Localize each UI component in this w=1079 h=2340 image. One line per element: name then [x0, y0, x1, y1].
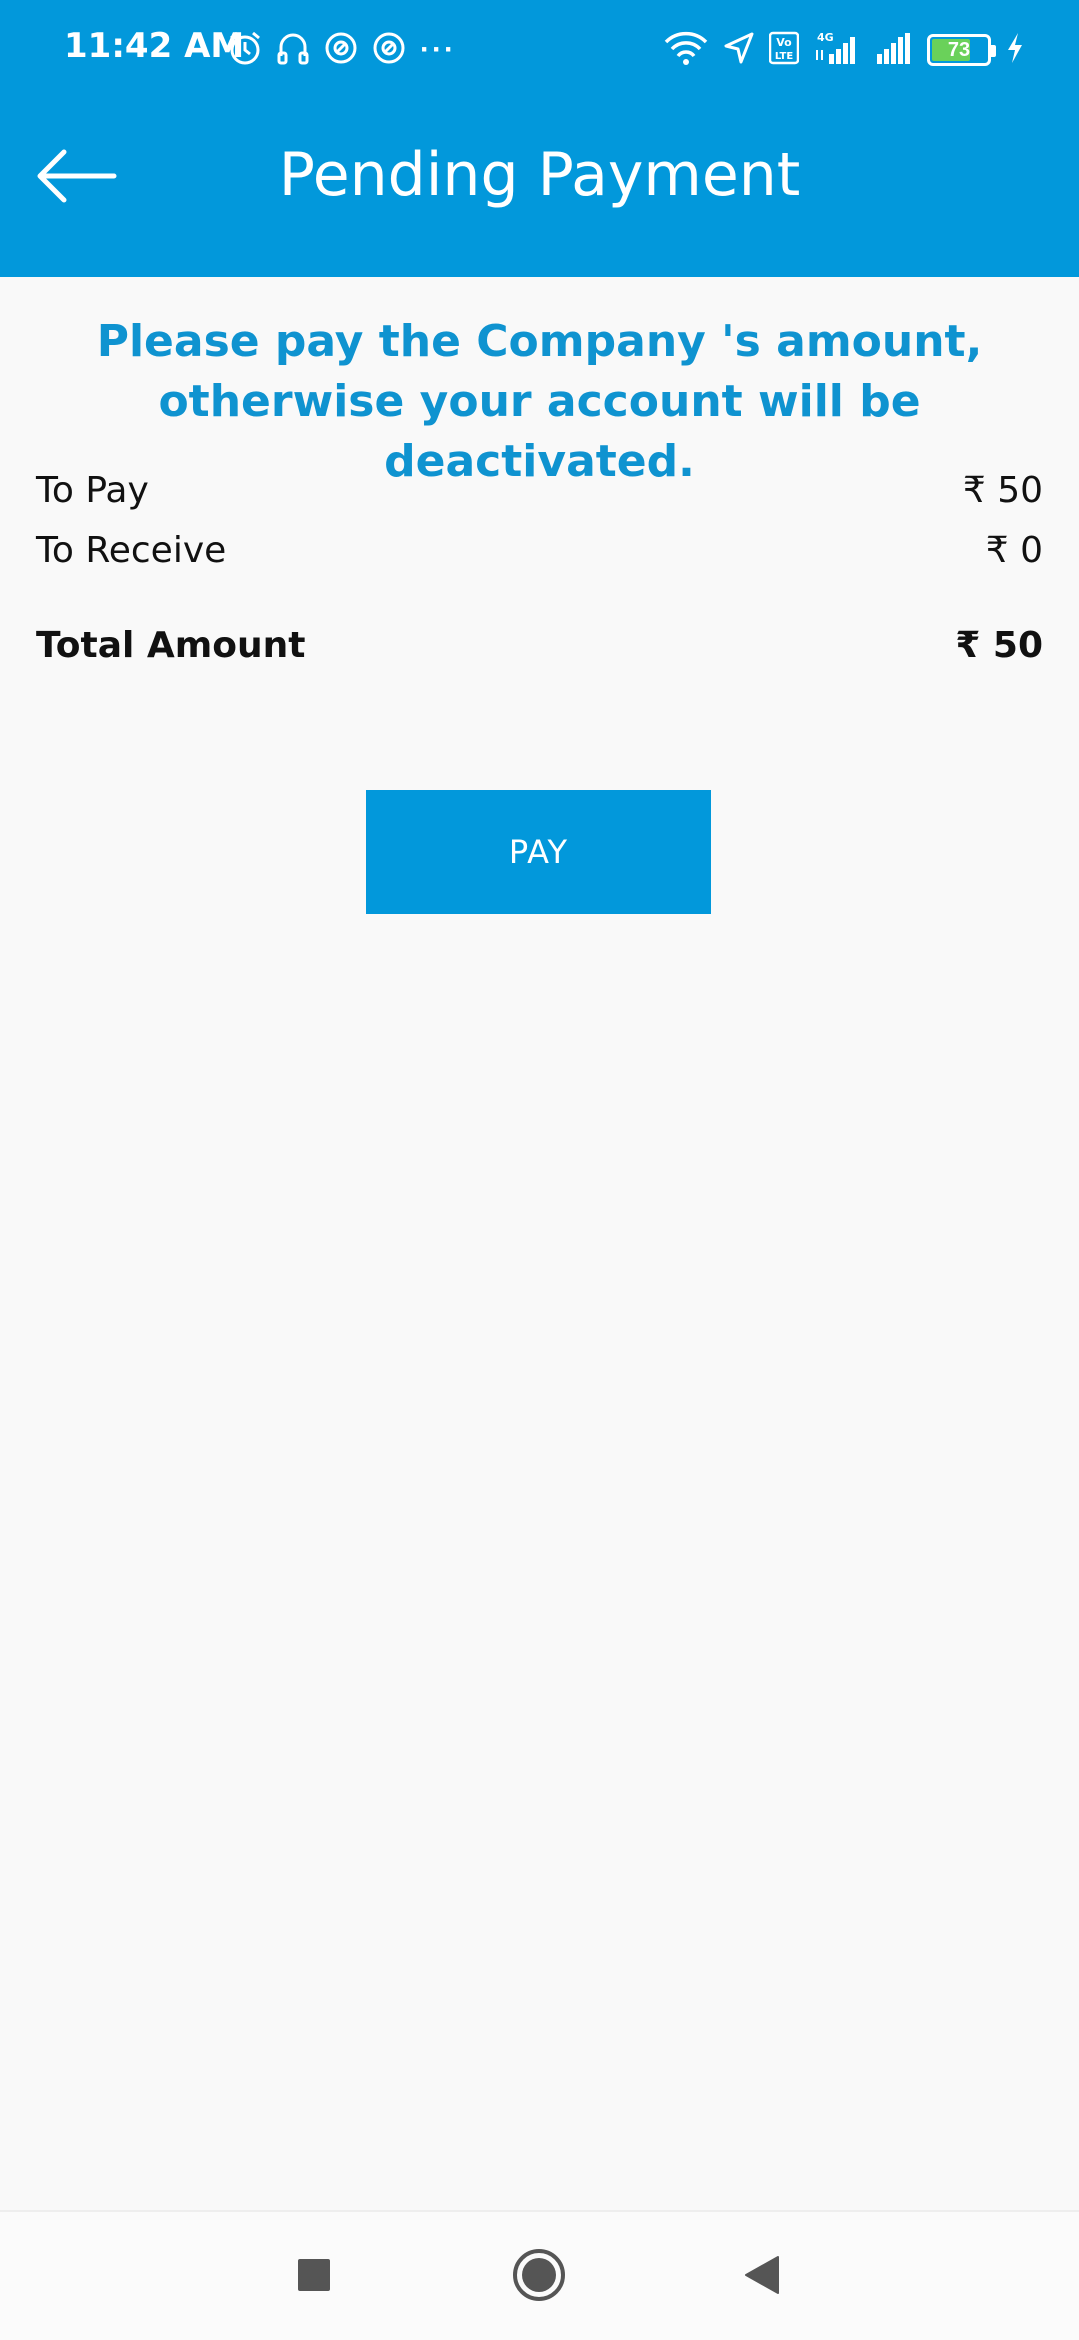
signal-4g-icon: 4G [813, 30, 859, 71]
system-nav-bar [0, 2210, 1079, 2340]
home-button[interactable] [509, 2247, 569, 2307]
status-time: 11:42 AM [64, 26, 245, 66]
to-receive-row: To Receive ₹ 0 [36, 530, 1043, 571]
total-amount-label: Total Amount [36, 625, 306, 666]
to-receive-value: ₹ 0 [985, 530, 1043, 571]
app-notification-icon [372, 30, 406, 71]
volte-icon: Vo LTE [768, 31, 800, 70]
svg-text:Vo: Vo [776, 36, 792, 49]
signal-icon [873, 30, 913, 71]
deactivation-warning: Please pay the Company 's amount, otherw… [96, 316, 983, 487]
total-amount-row: Total Amount ₹ 50 [36, 625, 1043, 666]
network-label: 4G [817, 31, 834, 44]
svg-text:LTE: LTE [775, 51, 794, 62]
app-notification-icon [324, 30, 358, 71]
home-icon [511, 2247, 567, 2308]
headset-icon [276, 30, 310, 71]
total-amount-value: ₹ 50 [955, 625, 1043, 666]
system-back-button[interactable] [732, 2247, 792, 2307]
to-receive-label: To Receive [36, 530, 227, 571]
page-title: Pending Payment [278, 140, 801, 210]
to-pay-label: To Pay [36, 470, 149, 511]
pay-button[interactable]: PAY [366, 790, 711, 914]
status-bar: 11:42 AM ··· Vo LTE 4G 73 [0, 0, 1079, 100]
recent-apps-icon [296, 2257, 332, 2298]
charging-icon [1005, 31, 1025, 70]
more-notifications-icon: ··· [420, 33, 456, 66]
recent-apps-button[interactable] [284, 2247, 344, 2307]
battery-icon: 73 [927, 34, 996, 66]
location-icon [723, 31, 755, 70]
battery-level: 73 [947, 39, 971, 61]
back-icon [742, 2254, 782, 2301]
to-pay-value: ₹ 50 [962, 470, 1043, 511]
wifi-icon [663, 30, 709, 71]
to-pay-row: To Pay ₹ 50 [36, 470, 1043, 511]
alarm-icon [228, 30, 262, 71]
